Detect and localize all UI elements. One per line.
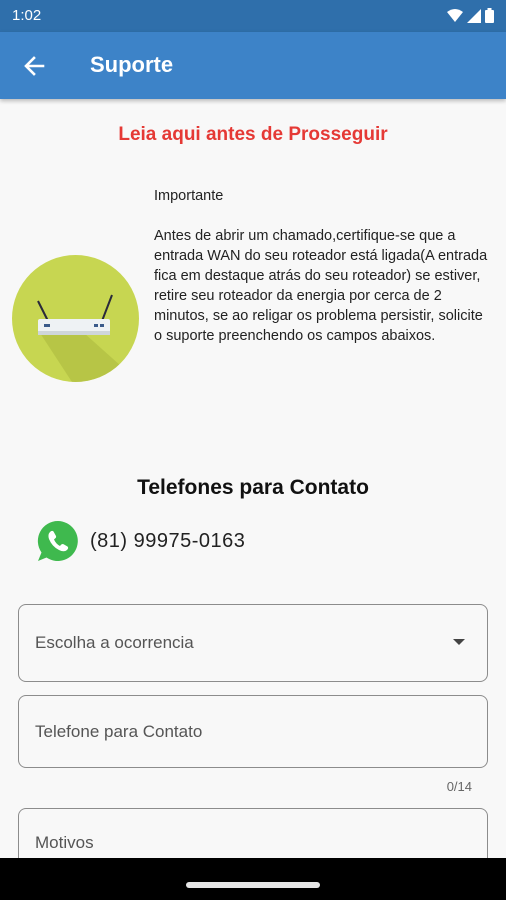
contact-phone[interactable]: (81) 99975-0163 xyxy=(90,530,245,553)
character-counter: 0/14 xyxy=(446,779,472,794)
occurrence-dropdown[interactable]: Escolha a ocorrencia xyxy=(18,604,488,682)
contact-heading: Telefones para Contato xyxy=(137,476,369,499)
warning-text: Leia aqui antes de Prosseguir xyxy=(118,124,388,145)
status-bar: 1:02 xyxy=(0,0,506,32)
info-title: Importante xyxy=(154,188,224,204)
battery-icon xyxy=(485,8,494,23)
info-body: Antes de abrir um chamado,certifique-se … xyxy=(154,228,488,344)
router-image xyxy=(12,255,139,382)
info-box: Importante Antes de abrir um chamado,cer… xyxy=(154,186,494,346)
home-gesture-bar[interactable] xyxy=(186,882,320,888)
status-icons xyxy=(447,8,494,23)
occurrence-label: Escolha a ocorrencia xyxy=(35,633,194,652)
whatsapp-icon[interactable] xyxy=(36,519,80,563)
dropdown-arrow-icon xyxy=(453,639,465,645)
reasons-label: Motivos xyxy=(35,833,94,852)
contact-phone-input[interactable]: Telefone para Contato xyxy=(18,695,488,768)
back-button[interactable] xyxy=(18,50,50,82)
signal-icon xyxy=(467,8,481,23)
page-title: Suporte xyxy=(90,52,174,77)
status-time: 1:02 xyxy=(12,7,42,24)
wifi-icon xyxy=(447,8,463,22)
arrow-back-icon xyxy=(24,56,45,76)
contact-phone-label: Telefone para Contato xyxy=(35,722,203,741)
navigation-bar xyxy=(0,858,506,900)
app-bar: Suporte xyxy=(0,32,506,99)
